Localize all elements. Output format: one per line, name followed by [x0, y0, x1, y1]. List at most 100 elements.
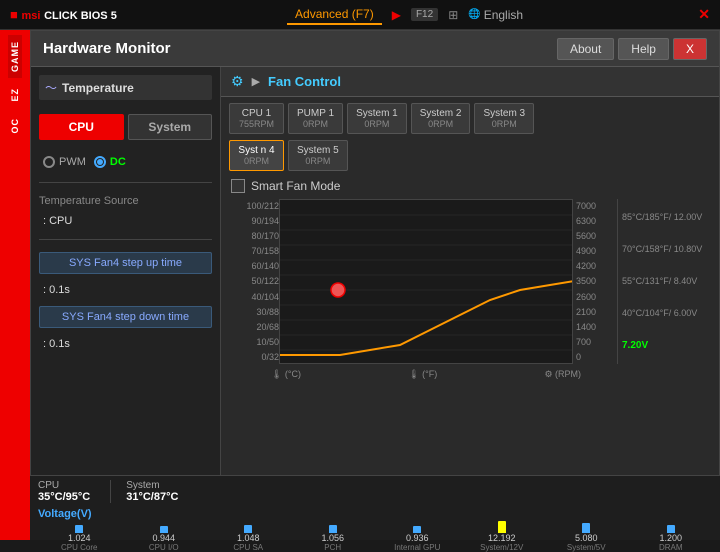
- fan-system2[interactable]: System 2 0RPM: [411, 103, 471, 134]
- cpu-temp-value: 35°C/95°C: [38, 491, 90, 503]
- v-val-6: 5.080: [575, 533, 598, 543]
- v-name-2: CPU SA: [233, 543, 263, 552]
- v-val-1: 0.944: [152, 533, 175, 543]
- fan-cpu1[interactable]: CPU 1 755RPM: [229, 103, 284, 134]
- v-val-3: 1.056: [321, 533, 344, 543]
- graph-marker[interactable]: [331, 283, 345, 297]
- cpu-temp-group: CPU 35°C/95°C: [38, 480, 90, 503]
- sidebar-tab-ez[interactable]: EZ: [8, 82, 22, 108]
- advanced-nav[interactable]: Advanced (F7): [287, 5, 382, 25]
- v-bar-1: [160, 526, 168, 533]
- y-right-4: 4200: [576, 261, 617, 271]
- x-axis: 🌡 (°C) 🌡 (°F) ⚙ (RPM): [271, 367, 581, 380]
- v-name-4: Internal GPU: [394, 543, 440, 552]
- voltage-items-row: 1.024 CPU Core 0.944 CPU I/O 1.048 CPU S…: [30, 521, 720, 552]
- pwm-radio-dot[interactable]: [43, 156, 55, 168]
- y-label-9: 10/50: [233, 337, 279, 347]
- voltage-item-6: 5.080 System/5V: [545, 521, 628, 552]
- temperature-icon: 〜: [45, 79, 57, 96]
- left-sidebar: GAME EZ OC: [0, 30, 30, 540]
- top-nav: Advanced (F7) ▶ F12 ⊞ 🌐 English: [287, 5, 523, 25]
- sidebar-tab-game[interactable]: GAME: [8, 35, 22, 78]
- volt-temp-1: 85°C/185°F/ 12.00V: [622, 212, 703, 222]
- y-label-0: 100/212: [233, 201, 279, 211]
- fan-system5[interactable]: System 5 0RPM: [288, 140, 348, 171]
- brand-area: ■ msi CLICK BIOS 5: [10, 7, 117, 22]
- voltage-item-4: 0.936 Internal GPU: [376, 521, 459, 552]
- fan-speed-row-2: Syst n 4 0RPM System 5 0RPM: [221, 140, 719, 173]
- help-button[interactable]: Help: [618, 38, 669, 60]
- pwm-label: PWM: [59, 156, 86, 168]
- v-bar-container-6: [545, 521, 628, 533]
- v-val-2: 1.048: [237, 533, 260, 543]
- y-right-7: 2100: [576, 307, 617, 317]
- temp-display-row: CPU 35°C/95°C System 31°C/87°C: [30, 476, 720, 507]
- volt-temp-2: 70°C/158°F/ 10.80V: [622, 244, 703, 254]
- arrow-icon: ▶: [252, 75, 260, 88]
- about-button[interactable]: About: [557, 38, 614, 60]
- smart-fan-row: Smart Fan Mode: [221, 173, 719, 199]
- volt-active: 7.20V: [622, 340, 703, 351]
- v-val-5: 12.192: [488, 533, 516, 543]
- fan-system1[interactable]: System 1 0RPM: [347, 103, 407, 134]
- fan-icon: ⚙: [231, 73, 244, 90]
- y-right-9: 700: [576, 337, 617, 347]
- v-name-1: CPU I/O: [149, 543, 179, 552]
- rpm-icon: ⚙ (RPM): [544, 369, 581, 380]
- top-bar: ■ msi CLICK BIOS 5 Advanced (F7) ▶ F12 ⊞…: [0, 0, 720, 30]
- dc-radio[interactable]: DC: [94, 156, 126, 168]
- close-dialog-button[interactable]: X: [673, 38, 707, 60]
- graph-wrapper: 100/212 90/194 80/170 70/158 60/140 50/1…: [233, 199, 707, 367]
- v-bar-container-1: [123, 521, 206, 533]
- volt-temp-4: 40°C/104°F/ 6.00V: [622, 308, 703, 318]
- smart-fan-checkbox[interactable]: [231, 179, 245, 193]
- v-bar-0: [75, 525, 83, 533]
- dc-radio-dot[interactable]: [94, 156, 106, 168]
- y-label-8: 20/68: [233, 322, 279, 332]
- cpu-mode-button[interactable]: CPU: [39, 114, 124, 140]
- v-val-4: 0.936: [406, 533, 429, 543]
- sidebar-tab-oc[interactable]: OC: [8, 112, 22, 140]
- y-label-5: 50/122: [233, 276, 279, 286]
- language-selector[interactable]: 🌐 English: [468, 8, 523, 22]
- dc-label: DC: [110, 156, 126, 168]
- step-up-button[interactable]: SYS Fan4 step up time: [39, 252, 212, 274]
- v-bar-container-4: [376, 521, 459, 533]
- system-mode-button[interactable]: System: [128, 114, 213, 140]
- pwm-dc-row: PWM DC: [39, 150, 212, 174]
- f12-badge[interactable]: F12: [411, 8, 438, 21]
- y-label-10: 0/32: [233, 352, 279, 362]
- v-bar-container-5: [461, 521, 544, 533]
- temperature-label: Temperature: [62, 81, 134, 95]
- y-right-10: 0: [576, 352, 617, 362]
- celsius-icon: 🌡 (°C): [271, 369, 301, 380]
- pwm-radio[interactable]: PWM: [43, 156, 86, 168]
- y-right-1: 6300: [576, 216, 617, 226]
- left-panel: 〜 Temperature CPU System PWM DC Temperat…: [31, 67, 221, 539]
- y-right-6: 2600: [576, 292, 617, 302]
- v-name-0: CPU Core: [61, 543, 97, 552]
- graph-canvas-area: [279, 199, 573, 367]
- v-bar-7: [667, 525, 675, 533]
- graph-svg: [279, 199, 573, 364]
- y-right-2: 5600: [576, 231, 617, 241]
- fan-system4[interactable]: Syst n 4 0RPM: [229, 140, 284, 171]
- dialog-buttons: About Help X: [557, 38, 707, 60]
- y-right-3: 4900: [576, 246, 617, 256]
- voltage-item-5: 12.192 System/12V: [461, 521, 544, 552]
- dialog-content: 〜 Temperature CPU System PWM DC Temperat…: [31, 67, 719, 539]
- cpu-temp-label: CPU: [38, 480, 90, 491]
- fan-pump1[interactable]: PUMP 1 0RPM: [288, 103, 343, 134]
- voltage-item-2: 1.048 CPU SA: [207, 521, 290, 552]
- dialog-titlebar: Hardware Monitor About Help X: [31, 31, 719, 67]
- top-close-button[interactable]: ✕: [698, 6, 710, 23]
- y-axis-left: 100/212 90/194 80/170 70/158 60/140 50/1…: [233, 199, 279, 364]
- v-name-6: System/5V: [567, 543, 606, 552]
- step-down-button[interactable]: SYS Fan4 step down time: [39, 306, 212, 328]
- system-temp-value: 31°C/87°C: [126, 491, 178, 503]
- v-bar-4: [413, 526, 421, 533]
- fan-system3[interactable]: System 3 0RPM: [474, 103, 534, 134]
- voltage-item-1: 0.944 CPU I/O: [123, 521, 206, 552]
- step-up-value: : 0.1s: [39, 282, 212, 298]
- temp-source-value: : CPU: [39, 213, 212, 229]
